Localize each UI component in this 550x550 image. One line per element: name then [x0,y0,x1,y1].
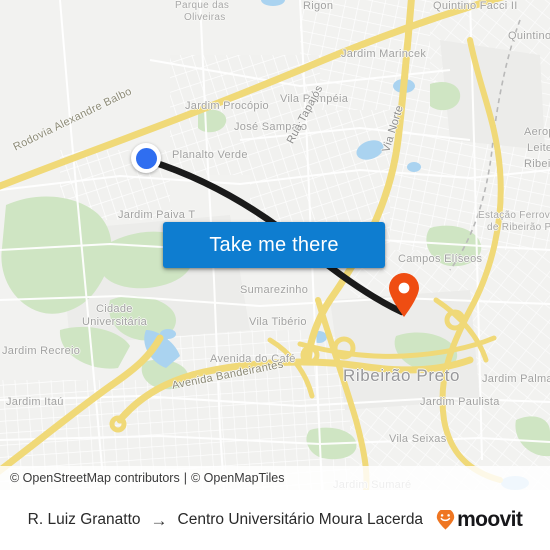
origin-label: R. Luiz Granatto [27,511,141,528]
destination-label: Centro Universitário Moura Lacerda [177,511,424,528]
take-me-there-button[interactable]: Take me there [163,222,385,268]
moovit-pin-smiley-icon [436,510,455,530]
destination-marker[interactable] [387,272,421,318]
attribution-osm[interactable]: © OpenStreetMap contributors [10,471,180,485]
origin-marker[interactable] [131,143,161,173]
attribution-maptiles[interactable]: © OpenMapTiles [191,471,285,485]
map-canvas[interactable]: Parque das Oliveiras Rigon Quintino Facci I… [0,0,550,490]
map-screen: Parque das Oliveiras Rigon Quintino Facci I… [0,0,550,550]
map-attribution: © OpenStreetMap contributors | © OpenMap… [0,466,550,490]
moovit-wordmark: moovit [457,508,523,531]
destination-pin-icon [389,273,419,317]
arrow-right-icon: → [150,510,168,530]
origin-dot [135,147,157,169]
route-footer: R. Luiz Granatto → Centro Universitário … [0,490,550,550]
moovit-logo[interactable]: moovit [436,508,523,532]
attribution-separator: | [183,471,187,485]
